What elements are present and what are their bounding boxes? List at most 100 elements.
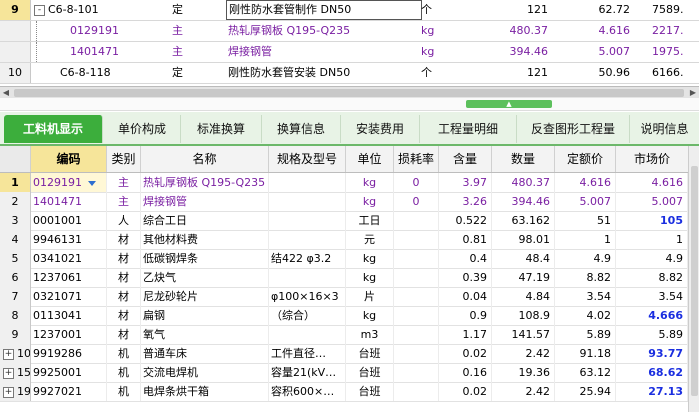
cell-spec[interactable]	[269, 192, 346, 211]
cell-spec[interactable]: 结422 φ3.2	[269, 249, 346, 268]
cell-unit[interactable]: kg	[346, 306, 394, 325]
table-row[interactable]: 1 0129191 主 热轧厚钢板 Q195-Q235 kg 0 3.97 480.37 4.6…	[0, 173, 699, 193]
cell-loss-rate[interactable]	[394, 249, 439, 268]
cell-name[interactable]: 电焊条烘干箱	[141, 382, 269, 401]
cell-name[interactable]: 交流电焊机	[141, 363, 269, 382]
cell-name[interactable]: 扁钢	[141, 306, 269, 325]
table-row[interactable]: 9 1237001 材 氧气 m3 1.17 141.57 5.89 5.89	[0, 325, 699, 345]
table-row[interactable]: 4 9946131 材 其他材料费 元 0.81 98.01 1 1	[0, 230, 699, 250]
cell-category[interactable]: 主	[107, 192, 141, 211]
cell-market-price[interactable]: 27.13	[616, 382, 688, 401]
splitter-grip-icon[interactable]: ▲	[466, 100, 552, 108]
cell-loss-rate[interactable]	[394, 363, 439, 382]
table-row[interactable]: +15 9925001 机 交流电焊机 容量21(kV… 台班 0.16 19.36 63.12…	[0, 363, 699, 383]
cell-quota-price[interactable]: 51	[555, 211, 616, 230]
header-category[interactable]: 类别	[107, 146, 141, 172]
cell-content[interactable]: 0.02	[439, 344, 492, 363]
cell-quantity[interactable]: 19.36	[492, 363, 555, 382]
cell-code[interactable]: 9927021	[31, 382, 107, 401]
tab-materials[interactable]: 工料机显示	[4, 115, 103, 143]
pane-splitter[interactable]: ▲	[0, 98, 699, 111]
cell-spec[interactable]	[269, 325, 346, 344]
cell-market-price[interactable]: 68.62	[616, 363, 688, 382]
cell-loss-rate[interactable]	[394, 382, 439, 401]
cell-quota-price[interactable]: 1	[555, 230, 616, 249]
cell-category[interactable]: 机	[107, 344, 141, 363]
header-quantity[interactable]: 数量	[492, 146, 555, 172]
cell-spec[interactable]: （综合）	[269, 306, 346, 325]
table-row[interactable]: 7 0321071 材 尼龙砂轮片 φ100×16×3 片 0.04 4.84 3.54 3.54	[0, 287, 699, 307]
cell-category[interactable]: 材	[107, 249, 141, 268]
cell-quota-price[interactable]: 63.12	[555, 363, 616, 382]
cell-unit[interactable]: 台班	[346, 344, 394, 363]
cell-content[interactable]: 0.16	[439, 363, 492, 382]
cell-market-price[interactable]: 93.77	[616, 344, 688, 363]
cell-name[interactable]: 焊接钢管	[141, 192, 269, 211]
cell-quota-price[interactable]: 5.007	[555, 192, 616, 211]
cell-content[interactable]: 0.04	[439, 287, 492, 306]
cell-spec[interactable]	[269, 211, 346, 230]
cell-quota-price[interactable]: 4.02	[555, 306, 616, 325]
cell-code[interactable]: 9925001	[31, 363, 107, 382]
cell-quota-price[interactable]: 3.54	[555, 287, 616, 306]
dropdown-arrow-icon[interactable]	[88, 180, 96, 186]
cell-name[interactable]: 低碳钢焊条	[141, 249, 269, 268]
cell-quantity[interactable]: 48.4	[492, 249, 555, 268]
item-name-editing[interactable]: 刚性防水套管制作 DN50	[226, 0, 422, 20]
cell-category[interactable]: 材	[107, 287, 141, 306]
tab-unit-price[interactable]: 单价构成	[104, 115, 181, 143]
header-quota-price[interactable]: 定额价	[555, 146, 616, 172]
header-spec[interactable]: 规格及型号	[269, 146, 346, 172]
cell-code[interactable]: 0129191	[31, 173, 107, 192]
top-row[interactable]: 1401471 主 焊接钢管 kg 394.46 5.007 1975.	[0, 42, 699, 63]
cell-loss-rate[interactable]	[394, 306, 439, 325]
cell-quantity[interactable]: 2.42	[492, 382, 555, 401]
cell-content[interactable]: 3.26	[439, 192, 492, 211]
cell-market-price[interactable]: 3.54	[616, 287, 688, 306]
cell-content[interactable]: 0.81	[439, 230, 492, 249]
expand-icon[interactable]: +	[3, 348, 14, 360]
cell-market-price[interactable]: 1	[616, 230, 688, 249]
cell-content[interactable]: 3.97	[439, 173, 492, 192]
tab-install-cost[interactable]: 安装费用	[341, 115, 420, 143]
cell-quantity[interactable]: 394.46	[492, 192, 555, 211]
cell-quota-price[interactable]: 4.9	[555, 249, 616, 268]
table-row[interactable]: +19 9927021 机 电焊条烘干箱 容积600×… 台班 0.02 2.42 25.94 2…	[0, 382, 699, 402]
cell-quantity[interactable]: 141.57	[492, 325, 555, 344]
cell-content[interactable]: 1.17	[439, 325, 492, 344]
cell-spec[interactable]: 工件直径…	[269, 344, 346, 363]
cell-spec[interactable]	[269, 268, 346, 287]
cell-name[interactable]: 尼龙砂轮片	[141, 287, 269, 306]
tab-standard-conversion[interactable]: 标准换算	[181, 115, 262, 143]
table-row[interactable]: +10 9919286 机 普通车床 工件直径… 台班 0.02 2.42 91.18 93.77	[0, 344, 699, 364]
cell-loss-rate[interactable]	[394, 344, 439, 363]
cell-unit[interactable]: 工日	[346, 211, 394, 230]
table-row[interactable]: 6 1237061 材 乙炔气 kg 0.39 47.19 8.82 8.82	[0, 268, 699, 288]
cell-unit[interactable]: 台班	[346, 363, 394, 382]
cell-quantity[interactable]: 108.9	[492, 306, 555, 325]
cell-unit[interactable]: kg	[346, 173, 394, 192]
cell-name[interactable]: 其他材料费	[141, 230, 269, 249]
cell-market-price[interactable]: 4.616	[616, 173, 688, 192]
cell-quantity[interactable]: 98.01	[492, 230, 555, 249]
cell-unit[interactable]: kg	[346, 249, 394, 268]
expand-icon[interactable]: +	[3, 386, 14, 398]
cell-category[interactable]: 材	[107, 306, 141, 325]
cell-quota-price[interactable]: 5.89	[555, 325, 616, 344]
cell-code[interactable]: 1237001	[31, 325, 107, 344]
cell-content[interactable]: 0.39	[439, 268, 492, 287]
cell-quota-price[interactable]: 4.616	[555, 173, 616, 192]
cell-unit[interactable]: kg	[346, 268, 394, 287]
cell-loss-rate[interactable]	[394, 287, 439, 306]
cell-category[interactable]: 材	[107, 230, 141, 249]
cell-spec[interactable]	[269, 230, 346, 249]
cell-spec[interactable]	[269, 173, 346, 192]
cell-unit[interactable]: 片	[346, 287, 394, 306]
header-loss-rate[interactable]: 损耗率	[394, 146, 439, 172]
cell-loss-rate[interactable]: 0	[394, 173, 439, 192]
cell-content[interactable]: 0.02	[439, 382, 492, 401]
cell-content[interactable]: 0.522	[439, 211, 492, 230]
cell-market-price[interactable]: 4.9	[616, 249, 688, 268]
header-unit[interactable]: 单位	[346, 146, 394, 172]
cell-unit[interactable]: kg	[346, 192, 394, 211]
